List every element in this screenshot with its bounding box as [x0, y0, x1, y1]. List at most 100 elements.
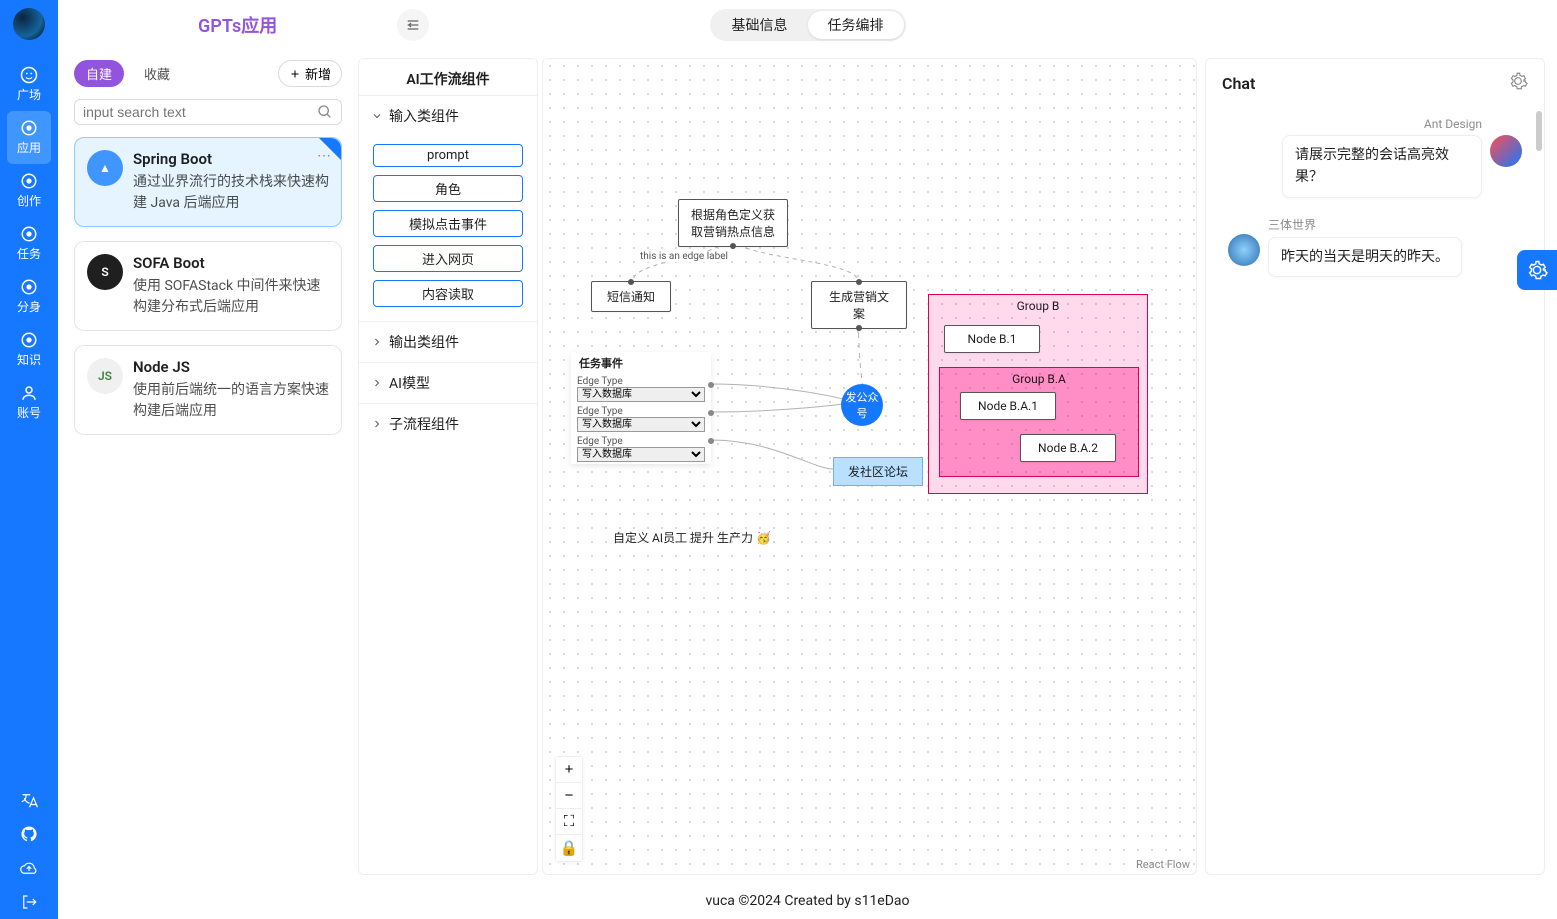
node-form[interactable]: 任务事件 Edge Type 写入数据库 Edge Type 写入数据库 Edg…: [571, 352, 711, 464]
node-publish-forum[interactable]: 发社区论坛: [833, 457, 923, 486]
flow-cat-input: 输入类组件 prompt 角色 模拟点击事件 进入网页 内容读取: [359, 96, 537, 322]
add-app-button[interactable]: 新增: [278, 60, 342, 87]
flow-panel-title: AI工作流组件: [359, 59, 537, 96]
rail-label: 分身: [17, 298, 41, 315]
tab-basic-info[interactable]: 基础信息: [712, 11, 808, 39]
nav-rail: 广场 应用 创作 任务 分身 知识 账号: [0, 0, 58, 919]
lock-button[interactable]: 🔒: [556, 835, 582, 861]
collapse-sidebar-button[interactable]: [397, 9, 429, 41]
app-icon: JS: [87, 358, 123, 394]
search-icon: [317, 104, 333, 120]
rail-item-tasks[interactable]: 任务: [7, 217, 51, 270]
chat-avatar: [1490, 135, 1522, 167]
flow-item-click[interactable]: 模拟点击事件: [373, 210, 523, 237]
app-card-spring-boot[interactable]: ▲ Spring Boot 通过业界流行的技术栈来快速构建 Java 后端应用 …: [74, 137, 342, 227]
smile-icon: [20, 66, 38, 84]
edge-label: this is an edge label: [638, 251, 730, 262]
node-gen-copy[interactable]: 生成营销文案: [811, 281, 907, 329]
edge-type-select-3[interactable]: 写入数据库: [577, 447, 705, 462]
rail-label: 创作: [17, 192, 41, 209]
flow-item-role[interactable]: 角色: [373, 175, 523, 202]
flow-canvas[interactable]: 根据角色定义获取营销热点信息 this is an edge label 短信通…: [542, 58, 1197, 875]
rail-item-apps[interactable]: 应用: [7, 111, 51, 164]
chrome-icon: [20, 278, 38, 296]
node-ba2[interactable]: Node B.A.2: [1020, 434, 1116, 462]
zoom-out-button[interactable]: −: [556, 783, 582, 809]
node-ba1[interactable]: Node B.A.1: [960, 392, 1056, 420]
rail-item-avatars[interactable]: 分身: [7, 270, 51, 323]
app-name: Node JS: [133, 358, 190, 376]
chevron-down-icon: [371, 110, 383, 122]
flow-cat-output-head[interactable]: 输出类组件: [359, 322, 537, 362]
node-b1[interactable]: Node B.1: [944, 325, 1040, 353]
chat-bubble: 昨天的当天是明天的昨天。: [1268, 237, 1462, 277]
chevron-right-icon: [371, 377, 383, 389]
rail-item-knowledge[interactable]: 知识: [7, 323, 51, 376]
flow-cat-model: AI模型: [359, 363, 537, 404]
apps-panel: 自建 收藏 新增 ▲ Spring Boot 通过业界流行的技术栈来快速构建 J…: [58, 50, 358, 883]
settings-float-button[interactable]: [1517, 250, 1557, 290]
chat-bubble: 请展示完整的会话高亮效果？: [1282, 135, 1482, 198]
chevron-right-icon: [371, 336, 383, 348]
flow-item-goto[interactable]: 进入网页: [373, 245, 523, 272]
annotation-node[interactable]: 自定义 AI员工 提升 生产力 🥳: [613, 529, 771, 546]
rail-item-account[interactable]: 账号: [7, 376, 51, 429]
apps-tab-fav[interactable]: 收藏: [132, 60, 182, 87]
node-publish-wechat[interactable]: 发公众号: [841, 384, 883, 426]
form-title: 任务事件: [571, 352, 711, 374]
chat-sender: 三体世界: [1268, 216, 1462, 233]
rail-label: 广场: [17, 86, 41, 103]
chrome-icon: [20, 331, 38, 349]
node-sms[interactable]: 短信通知: [591, 281, 671, 312]
search-input[interactable]: [83, 104, 317, 120]
page-title: GPTs应用: [198, 12, 277, 38]
more-icon[interactable]: ⋯: [317, 148, 331, 164]
rail-label: 知识: [17, 351, 41, 368]
app-name: SOFA Boot: [133, 254, 205, 272]
chat-header: Chat: [1206, 59, 1544, 107]
group-ba[interactable]: Group B.A Node B.A.1 Node B.A.2: [939, 367, 1139, 477]
group-b[interactable]: Group B Node B.1 Group B.A Node B.A.1 No…: [928, 294, 1148, 494]
cloud-upload-icon[interactable]: [7, 851, 51, 885]
main: GPTs应用 基础信息 任务编排 自建 收藏 新增: [58, 0, 1557, 919]
tab-orchestrate[interactable]: 任务编排: [808, 11, 904, 39]
app-card-sofa-boot[interactable]: S SOFA Boot 使用 SOFAStack 中间件来快速构建分布式后端应用: [74, 241, 342, 331]
apps-tab-built[interactable]: 自建: [74, 60, 124, 87]
app-desc: 使用 SOFAStack 中间件来快速构建分布式后端应用: [133, 276, 329, 318]
content: 自建 收藏 新增 ▲ Spring Boot 通过业界流行的技术栈来快速构建 J…: [58, 50, 1557, 883]
language-icon[interactable]: [7, 783, 51, 817]
rail-label: 账号: [17, 404, 41, 421]
flow-cat-input-head[interactable]: 输入类组件: [359, 96, 537, 136]
flow-cat-sub-head[interactable]: 子流程组件: [359, 404, 537, 444]
rail-item-create[interactable]: 创作: [7, 164, 51, 217]
node-hot-info[interactable]: 根据角色定义获取营销热点信息: [678, 199, 788, 247]
edge-type-select-1[interactable]: 写入数据库: [577, 387, 705, 402]
flow-item-read[interactable]: 内容读取: [373, 280, 523, 307]
footer: vuca ©2024 Created by s11eDao: [58, 883, 1557, 919]
chat-message: Ant Design 请展示完整的会话高亮效果？: [1220, 117, 1530, 198]
add-app-label: 新增: [305, 64, 331, 83]
app-desc: 通过业界流行的技术栈来快速构建 Java 后端应用: [133, 172, 329, 214]
flow-cat-model-head[interactable]: AI模型: [359, 363, 537, 403]
app-card-nodejs[interactable]: JS Node JS 使用前后端统一的语言方案快速构建后端应用: [74, 345, 342, 435]
app-icon: ▲: [87, 150, 123, 186]
logout-icon[interactable]: [7, 885, 51, 919]
chat-title: Chat: [1222, 74, 1255, 93]
zoom-in-button[interactable]: +: [556, 757, 582, 783]
apps-tabs: 自建 收藏 新增: [74, 60, 342, 87]
flow-item-prompt[interactable]: prompt: [373, 144, 523, 167]
chat-sender: Ant Design: [1282, 117, 1482, 131]
chrome-icon: [20, 225, 38, 243]
chat-message: 三体世界 昨天的当天是明天的昨天。: [1220, 216, 1530, 277]
chat-body[interactable]: Ant Design 请展示完整的会话高亮效果？ 三体世界 昨天的当天是明天的昨…: [1206, 107, 1544, 874]
github-icon[interactable]: [7, 817, 51, 851]
fit-view-button[interactable]: ⛶: [556, 809, 582, 835]
flow-cat-sub: 子流程组件: [359, 404, 537, 444]
avatar[interactable]: [13, 8, 45, 40]
rail-item-square[interactable]: 广场: [7, 58, 51, 111]
chat-scrollbar[interactable]: [1536, 111, 1542, 151]
app-icon: S: [87, 254, 123, 290]
gear-icon[interactable]: [1508, 71, 1528, 95]
react-flow-attrib: React Flow: [1136, 858, 1190, 871]
edge-type-select-2[interactable]: 写入数据库: [577, 417, 705, 432]
